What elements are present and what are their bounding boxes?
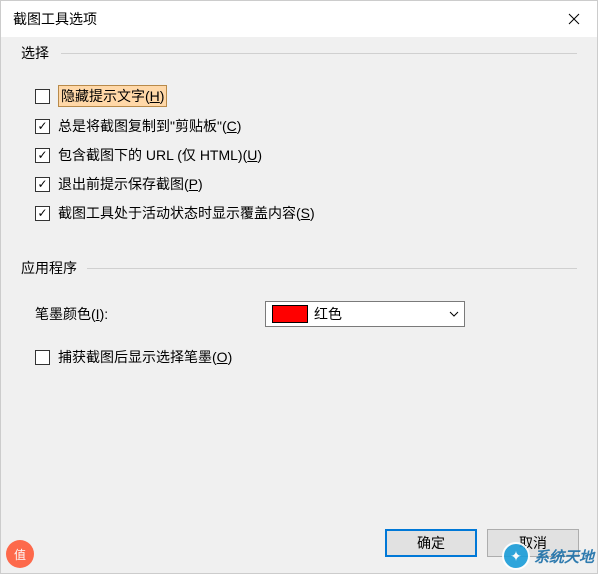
watermark-logo: ✦ 系统天地 xyxy=(502,542,594,570)
globe-icon: ✦ xyxy=(502,542,530,570)
option-copy-to-clipboard[interactable]: 总是将截图复制到"剪贴板"(C) xyxy=(35,116,569,136)
window-title: 截图工具选项 xyxy=(13,9,97,29)
checkbox-icon xyxy=(35,350,50,365)
checkbox-icon xyxy=(35,148,50,163)
ink-color-value: 红色 xyxy=(314,304,444,324)
watermark-badge: 值 xyxy=(6,540,34,568)
ink-color-label: 笔墨颜色(I): xyxy=(35,304,265,324)
close-button[interactable] xyxy=(551,1,597,37)
option-prompt-save[interactable]: 退出前提示保存截图(P) xyxy=(35,174,569,194)
option-hide-hint-text[interactable]: 隐藏提示文字(H) xyxy=(35,85,569,107)
checkbox-label: 捕获截图后显示选择笔墨(O) xyxy=(58,347,232,367)
ink-color-combobox[interactable]: 红色 xyxy=(265,301,465,327)
checkbox-icon xyxy=(35,206,50,221)
ink-color-row: 笔墨颜色(I): 红色 xyxy=(35,301,569,327)
checkbox-label: 退出前提示保存截图(P) xyxy=(58,174,203,194)
checkbox-label: 隐藏提示文字(H) xyxy=(58,85,167,107)
checkbox-icon xyxy=(35,119,50,134)
option-show-overlay[interactable]: 截图工具处于活动状态时显示覆盖内容(S) xyxy=(35,203,569,223)
option-include-url[interactable]: 包含截图下的 URL (仅 HTML)(U) xyxy=(35,145,569,165)
group-application: 应用程序 笔墨颜色(I): 红色 捕获截图后显示选择笔墨(O) xyxy=(21,268,577,382)
titlebar: 截图工具选项 xyxy=(1,1,597,37)
checkbox-label: 总是将截图复制到"剪贴板"(C) xyxy=(58,116,241,136)
color-swatch xyxy=(272,305,308,323)
group-select-label: 选择 xyxy=(21,43,53,63)
option-show-selection-ink[interactable]: 捕获截图后显示选择笔墨(O) xyxy=(35,347,569,367)
chevron-down-icon xyxy=(444,311,464,317)
ok-button[interactable]: 确定 xyxy=(385,529,477,557)
checkbox-label: 包含截图下的 URL (仅 HTML)(U) xyxy=(58,145,262,165)
checkbox-icon xyxy=(35,89,50,104)
dialog-content: 选择 隐藏提示文字(H) 总是将截图复制到"剪贴板"(C) 包含截图下的 URL… xyxy=(1,37,597,515)
group-select: 选择 隐藏提示文字(H) 总是将截图复制到"剪贴板"(C) 包含截图下的 URL… xyxy=(21,53,577,238)
group-application-label: 应用程序 xyxy=(21,258,81,278)
checkbox-label: 截图工具处于活动状态时显示覆盖内容(S) xyxy=(58,203,315,223)
checkbox-icon xyxy=(35,177,50,192)
close-icon xyxy=(568,13,580,25)
options-dialog: 截图工具选项 选择 隐藏提示文字(H) 总是将截图复制到"剪贴板"(C) 包含截… xyxy=(0,0,598,574)
